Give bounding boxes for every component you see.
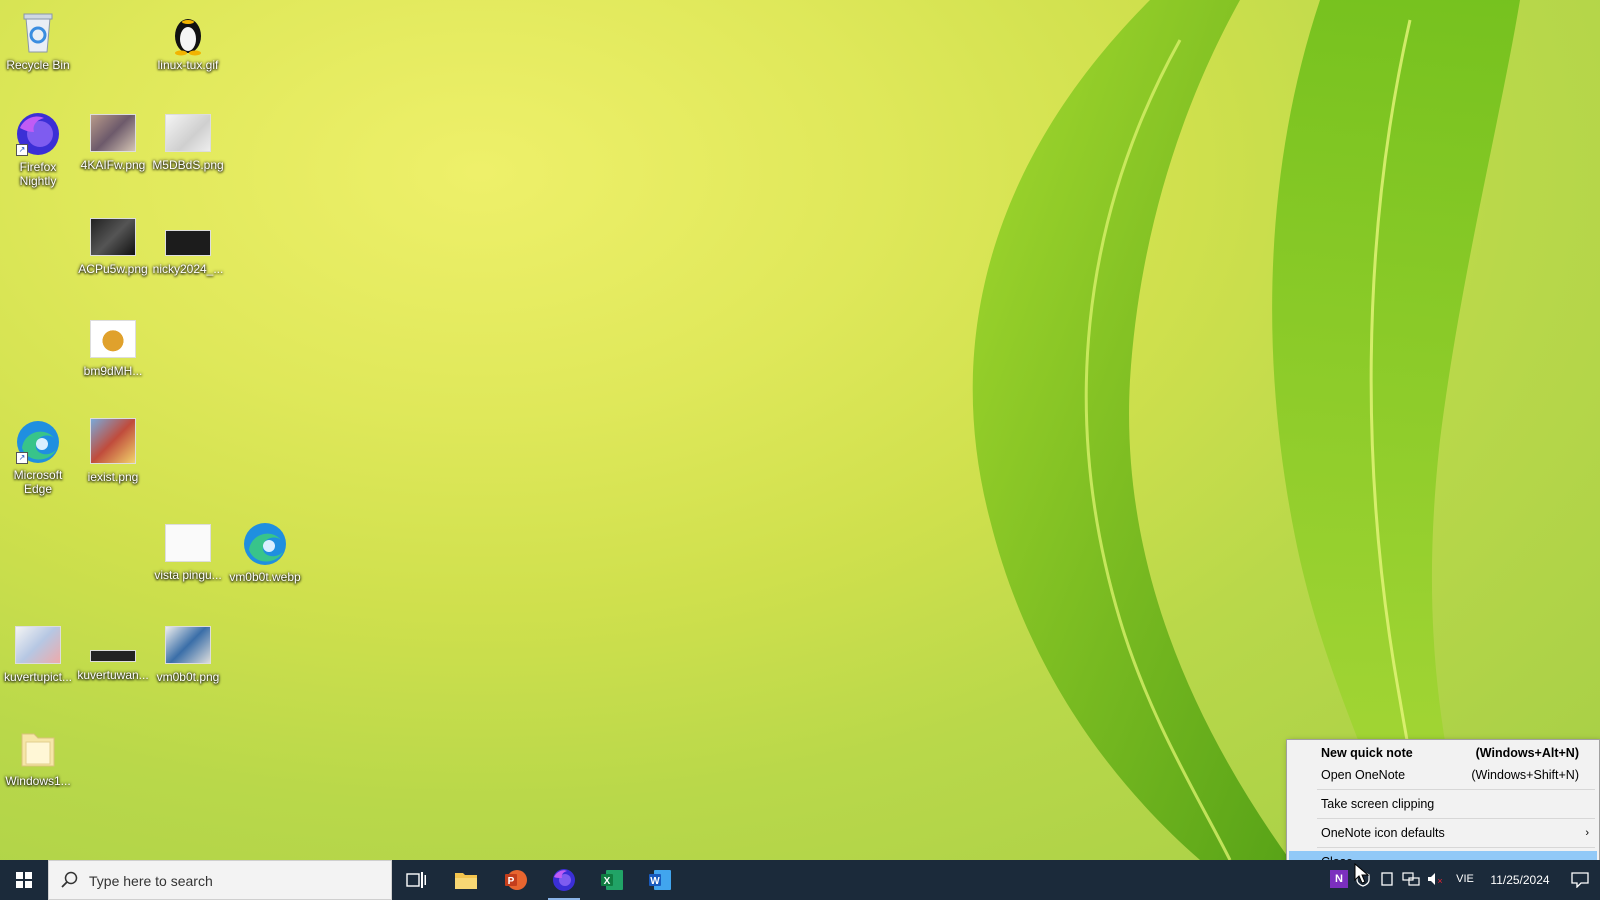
svg-text:×: ×	[1437, 876, 1442, 886]
search-icon	[61, 871, 78, 888]
image-thumbnail-icon	[90, 218, 136, 256]
image-thumbnail-icon	[90, 114, 136, 152]
tray-onenote-icon[interactable]: N	[1330, 870, 1348, 888]
menu-item-shortcut: (Windows+Alt+N)	[1475, 746, 1579, 760]
desktop-icon-4kaifw[interactable]: 4KAIFw.png	[75, 106, 151, 172]
desktop-icon-label: Firefox Nightly	[19, 160, 57, 188]
menu-item-shortcut: (Windows+Shift+N)	[1471, 768, 1579, 782]
desktop-icon-label: nicky2024_...	[152, 262, 224, 276]
search-input[interactable]	[87, 869, 381, 893]
desktop-icon-label: vm0b0t.webp	[229, 570, 301, 584]
word-icon: W	[649, 870, 671, 890]
folder-icon	[455, 873, 477, 889]
desktop-icon-vm0b0t-webp[interactable]: vm0b0t.webp	[227, 516, 303, 584]
desktop-icon-microsoft-edge[interactable]: ↗ Microsoft Edge	[0, 414, 76, 496]
windows-logo-icon	[16, 872, 32, 888]
menu-separator	[1317, 847, 1595, 848]
desktop-icon-windows1[interactable]: Windows1...	[0, 720, 76, 788]
recycle-bin-icon	[14, 8, 62, 56]
notification-center-button[interactable]	[1560, 860, 1600, 900]
menu-item-label: Close	[1321, 851, 1353, 860]
taskbar-powerpoint[interactable]: P	[492, 860, 540, 900]
image-thumbnail-icon	[90, 418, 136, 464]
desktop-icon-label: ACPu5w.png	[78, 262, 148, 276]
penguin-icon	[164, 8, 212, 56]
folder-icon	[14, 724, 62, 772]
desktop-icon-nicky2024[interactable]: nicky2024_...	[150, 210, 226, 276]
desktop-icon-acpu5w[interactable]: ACPu5w.png	[75, 210, 151, 276]
tray-device-icon[interactable]	[1378, 870, 1396, 888]
desktop-icon-label: vm0b0t.png	[156, 670, 220, 684]
onenote-tray-context-menu: New quick note (Windows+Alt+N) Open OneN…	[1286, 739, 1600, 860]
desktop-icon-kuvertupict[interactable]: kuvertupict...	[0, 618, 76, 684]
desktop-icon-label: vista pingu...	[154, 568, 222, 582]
menu-item-label: Take screen clipping	[1321, 797, 1435, 811]
taskbar-word[interactable]: W	[636, 860, 684, 900]
excel-icon: X	[601, 870, 623, 890]
tray-volume-muted-icon[interactable]: ×	[1426, 870, 1444, 888]
image-thumbnail-icon	[165, 524, 211, 562]
shortcut-arrow-icon: ↗	[16, 452, 28, 464]
chevron-right-icon: ›	[1585, 827, 1589, 839]
svg-text:W: W	[650, 876, 660, 887]
task-view-icon	[406, 872, 426, 888]
taskbar-firefox-nightly[interactable]	[540, 860, 588, 900]
edge-icon	[241, 520, 289, 568]
svg-text:P: P	[508, 876, 515, 887]
desktop-icon-firefox-nightly[interactable]: ↗ Firefox Nightly	[0, 106, 76, 188]
menu-item-label: Open OneNote	[1321, 768, 1406, 782]
desktop-icon-kuvertuwan[interactable]: kuvertuwan...	[75, 618, 151, 682]
image-thumbnail-icon	[90, 650, 136, 662]
image-thumbnail-icon	[165, 114, 211, 152]
desktop-icon-vista-pingu[interactable]: vista pingu...	[150, 516, 226, 582]
desktop-icon-label: linux-tux.gif	[157, 58, 219, 72]
desktop-icon-iexist[interactable]: iexist.png	[75, 414, 151, 484]
desktop-icon-label: 4KAIFw.png	[80, 158, 146, 172]
mouse-cursor-icon	[1354, 863, 1370, 884]
desktop-icon-linux-tux[interactable]: linux-tux.gif	[150, 4, 226, 72]
desktop-icon-bm9dmh[interactable]: bm9dMH...	[75, 312, 151, 378]
desktop-icon-recycle-bin[interactable]: Recycle Bin	[0, 4, 76, 72]
taskbar-excel[interactable]: X	[588, 860, 636, 900]
menu-item-open-onenote[interactable]: Open OneNote (Windows+Shift+N)	[1289, 764, 1597, 786]
firefox-nightly-icon: ↗	[14, 110, 62, 158]
image-thumbnail-icon	[165, 230, 211, 256]
desktop[interactable]: Recycle Bin linux-tux.gif ↗ Firefox Nigh…	[0, 0, 1600, 860]
image-thumbnail-icon	[15, 626, 61, 664]
desktop-icon-label: Windows1...	[5, 774, 71, 788]
tray-network-icon[interactable]	[1402, 870, 1420, 888]
edge-icon: ↗	[14, 418, 62, 466]
taskbar-file-explorer[interactable]	[442, 860, 490, 900]
start-button[interactable]	[0, 860, 48, 900]
desktop-icon-label: M5DBdS.png	[152, 158, 224, 172]
task-view-button[interactable]	[392, 860, 440, 900]
image-thumbnail-icon	[90, 320, 136, 358]
taskbar-search-box[interactable]	[48, 860, 392, 900]
desktop-icon-label: Microsoft Edge	[13, 468, 63, 496]
menu-item-close[interactable]: Close	[1289, 851, 1597, 860]
shortcut-arrow-icon: ↗	[16, 144, 28, 156]
desktop-icon-label: iexist.png	[87, 470, 139, 484]
image-thumbnail-icon	[165, 626, 211, 664]
desktop-icon-label: kuvertupict...	[3, 670, 73, 684]
wallpaper-leaves	[972, 0, 1520, 860]
input-language-indicator[interactable]: VIE	[1454, 870, 1476, 888]
desktop-icon-vm0b0t-png[interactable]: vm0b0t.png	[150, 618, 226, 684]
menu-item-new-quick-note[interactable]: New quick note (Windows+Alt+N)	[1289, 742, 1597, 764]
menu-separator	[1317, 789, 1595, 790]
desktop-icon-label: Recycle Bin	[6, 58, 70, 72]
menu-item-label: New quick note	[1321, 746, 1413, 760]
clock-date[interactable]: 11/25/2024	[1480, 860, 1560, 900]
desktop-icon-m5dbds[interactable]: M5DBdS.png	[150, 106, 226, 172]
menu-item-take-screen-clipping[interactable]: Take screen clipping	[1289, 793, 1597, 815]
menu-item-onenote-icon-defaults[interactable]: OneNote icon defaults ›	[1289, 822, 1597, 844]
menu-item-label: OneNote icon defaults	[1321, 826, 1445, 840]
menu-separator	[1317, 818, 1595, 819]
svg-text:X: X	[604, 876, 611, 887]
notification-icon	[1571, 872, 1589, 888]
firefox-nightly-icon	[553, 869, 575, 891]
powerpoint-icon: P	[505, 870, 527, 890]
desktop-icon-label: bm9dMH...	[83, 364, 143, 378]
desktop-icon-label: kuvertuwan...	[77, 668, 149, 682]
